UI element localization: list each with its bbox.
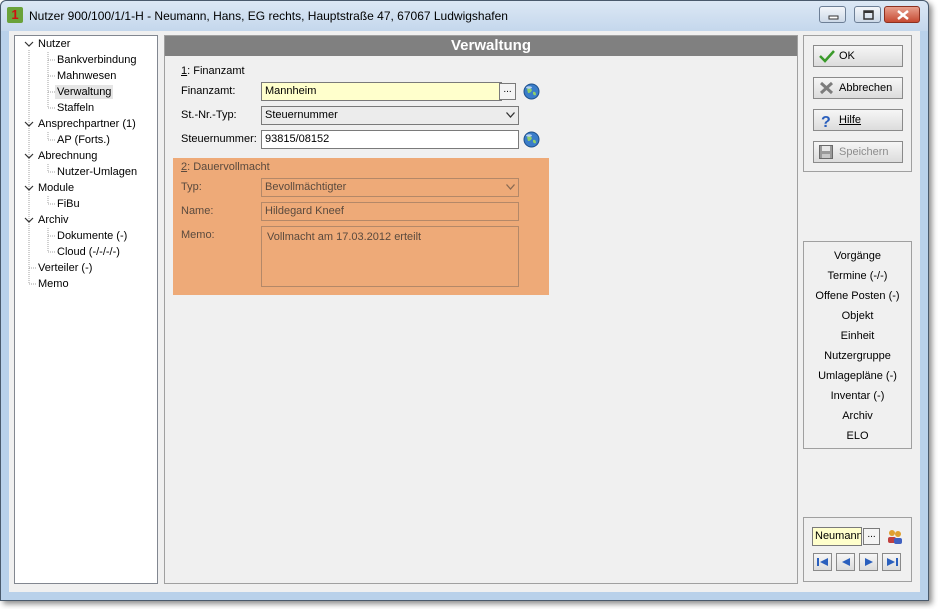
previous-record-button[interactable] (836, 553, 855, 571)
svg-text:?: ? (821, 114, 831, 129)
stnr-typ-select[interactable]: Steuernummer (261, 106, 519, 125)
tree-item-mahnwesen[interactable]: Mahnwesen (57, 69, 116, 83)
help-icon: ? (821, 114, 831, 129)
chevron-down-icon (506, 184, 515, 190)
nav-item-umlageplaene[interactable]: Umlagepläne (-) (804, 370, 911, 382)
navigation-tree: Nutzer Bankverbindung Mahnwesen Verwaltu… (14, 35, 158, 584)
tree-item-memo[interactable]: Memo (38, 277, 69, 291)
minimize-icon (828, 15, 839, 20)
record-search-button[interactable]: ... (863, 528, 880, 545)
globe-icon[interactable] (523, 131, 540, 148)
close-button[interactable] (884, 6, 920, 23)
tree-item-verwaltung[interactable]: Verwaltung (55, 85, 114, 99)
nav-item-termine[interactable]: Termine (-/-) (804, 270, 911, 282)
finanzamt-field[interactable]: Mannheim (261, 82, 502, 101)
main-window: 1 Nutzer 900/100/1/1-H - Neumann, Hans, … (0, 0, 929, 601)
steuernummer-field[interactable]: 93815/08152 (261, 130, 519, 149)
page-title: Verwaltung (165, 36, 797, 56)
action-panel: OK Abbrechen ? Hilfe Speichern (803, 35, 912, 172)
stnr-typ-value: Steuernummer (265, 109, 338, 121)
abbrechen-label: Abbrechen (839, 82, 893, 94)
close-icon (897, 10, 909, 20)
save-icon (819, 145, 833, 159)
last-icon (887, 558, 898, 566)
speichern-button[interactable]: Speichern (813, 141, 903, 163)
first-icon (817, 558, 828, 566)
abbrechen-button[interactable]: Abbrechen (813, 77, 903, 99)
cancel-icon (819, 81, 834, 95)
users-icon[interactable] (886, 528, 904, 545)
checkmark-icon (819, 50, 835, 63)
finanzamt-label: Finanzamt: (181, 85, 236, 97)
finanzamt-group-title: 1: Finanzamt (181, 65, 245, 77)
nav-item-inventar[interactable]: Inventar (-) (804, 390, 911, 402)
dauervollmacht-group-title: 2: Dauervollmacht (181, 161, 270, 173)
speichern-label: Speichern (839, 146, 889, 158)
typ-value: Bevollmächtigter (265, 181, 347, 193)
finanzamt-lookup-button[interactable]: ... (499, 83, 516, 100)
typ-label: Typ: (181, 181, 202, 193)
dauervollmacht-group-label: : Dauervollmacht (187, 161, 270, 173)
name-field[interactable]: Hildegard Kneef (261, 202, 519, 221)
memo-label: Memo: (181, 229, 215, 241)
next-record-button[interactable] (859, 553, 878, 571)
tree-item-archiv[interactable]: Archiv (38, 213, 69, 227)
steuernummer-label: Steuernummer: (181, 133, 257, 145)
nav-item-offene-posten[interactable]: Offene Posten (-) (804, 290, 911, 302)
tree-item-cloud[interactable]: Cloud (-/-/-/-) (57, 245, 120, 259)
tree-item-abrechnung[interactable]: Abrechnung (38, 149, 97, 163)
record-search-field[interactable]: Neumann (812, 527, 862, 546)
nav-item-nutzergruppe[interactable]: Nutzergruppe (804, 350, 911, 362)
record-navigator: Neumann ... (803, 517, 912, 582)
tree-item-ansprechpartner[interactable]: Ansprechpartner (1) (38, 117, 136, 131)
nav-item-archiv[interactable]: Archiv (804, 410, 911, 422)
client-area: Nutzer Bankverbindung Mahnwesen Verwaltu… (9, 31, 920, 592)
typ-select[interactable]: Bevollmächtigter (261, 178, 519, 197)
window-title: Nutzer 900/100/1/1-H - Neumann, Hans, EG… (29, 9, 508, 23)
app-icon: 1 (7, 7, 23, 23)
tree-item-fibu[interactable]: FiBu (57, 197, 80, 211)
hilfe-button[interactable]: ? Hilfe (813, 109, 903, 131)
tree-item-nutzer-umlagen[interactable]: Nutzer-Umlagen (57, 165, 137, 179)
nav-item-objekt[interactable]: Objekt (804, 310, 911, 322)
minimize-button[interactable] (819, 6, 846, 23)
next-icon (865, 558, 873, 566)
title-bar[interactable]: 1 Nutzer 900/100/1/1-H - Neumann, Hans, … (1, 1, 928, 31)
tree-item-dokumente[interactable]: Dokumente (-) (57, 229, 127, 243)
finanzamt-group: 1: Finanzamt Finanzamt: Mannheim ... St.… (173, 63, 549, 153)
last-record-button[interactable] (882, 553, 901, 571)
nav-item-elo[interactable]: ELO (804, 430, 911, 442)
tree-item-nutzer[interactable]: Nutzer (38, 37, 70, 51)
dauervollmacht-group: 2: Dauervollmacht Typ: Bevollmächtigter … (173, 158, 549, 295)
tree-item-module[interactable]: Module (38, 181, 74, 195)
tree-item-verteiler[interactable]: Verteiler (-) (38, 261, 92, 275)
finanzamt-group-label: : Finanzamt (187, 65, 245, 77)
related-navigation: Vorgänge Termine (-/-) Offene Posten (-)… (803, 241, 912, 449)
globe-icon[interactable] (523, 83, 540, 100)
memo-field[interactable]: Vollmacht am 17.03.2012 erteilt (261, 226, 519, 287)
first-record-button[interactable] (813, 553, 832, 571)
nav-item-einheit[interactable]: Einheit (804, 330, 911, 342)
ok-button[interactable]: OK (813, 45, 903, 67)
previous-icon (842, 558, 850, 566)
stnr-typ-label: St.-Nr.-Typ: (181, 109, 237, 121)
tree-item-bankverbindung[interactable]: Bankverbindung (57, 53, 137, 67)
maximize-button[interactable] (854, 6, 881, 23)
hilfe-label: Hilfe (839, 114, 862, 126)
tree-item-ap-forts[interactable]: AP (Forts.) (57, 133, 110, 147)
ok-label: OK (839, 50, 855, 62)
maximize-icon (863, 10, 874, 20)
chevron-down-icon (506, 112, 515, 118)
tree-item-staffeln[interactable]: Staffeln (57, 101, 94, 115)
name-label: Name: (181, 205, 214, 217)
nav-item-vorgaenge[interactable]: Vorgänge (804, 250, 911, 262)
content-panel: Verwaltung 1: Finanzamt Finanzamt: Mannh… (164, 35, 798, 584)
